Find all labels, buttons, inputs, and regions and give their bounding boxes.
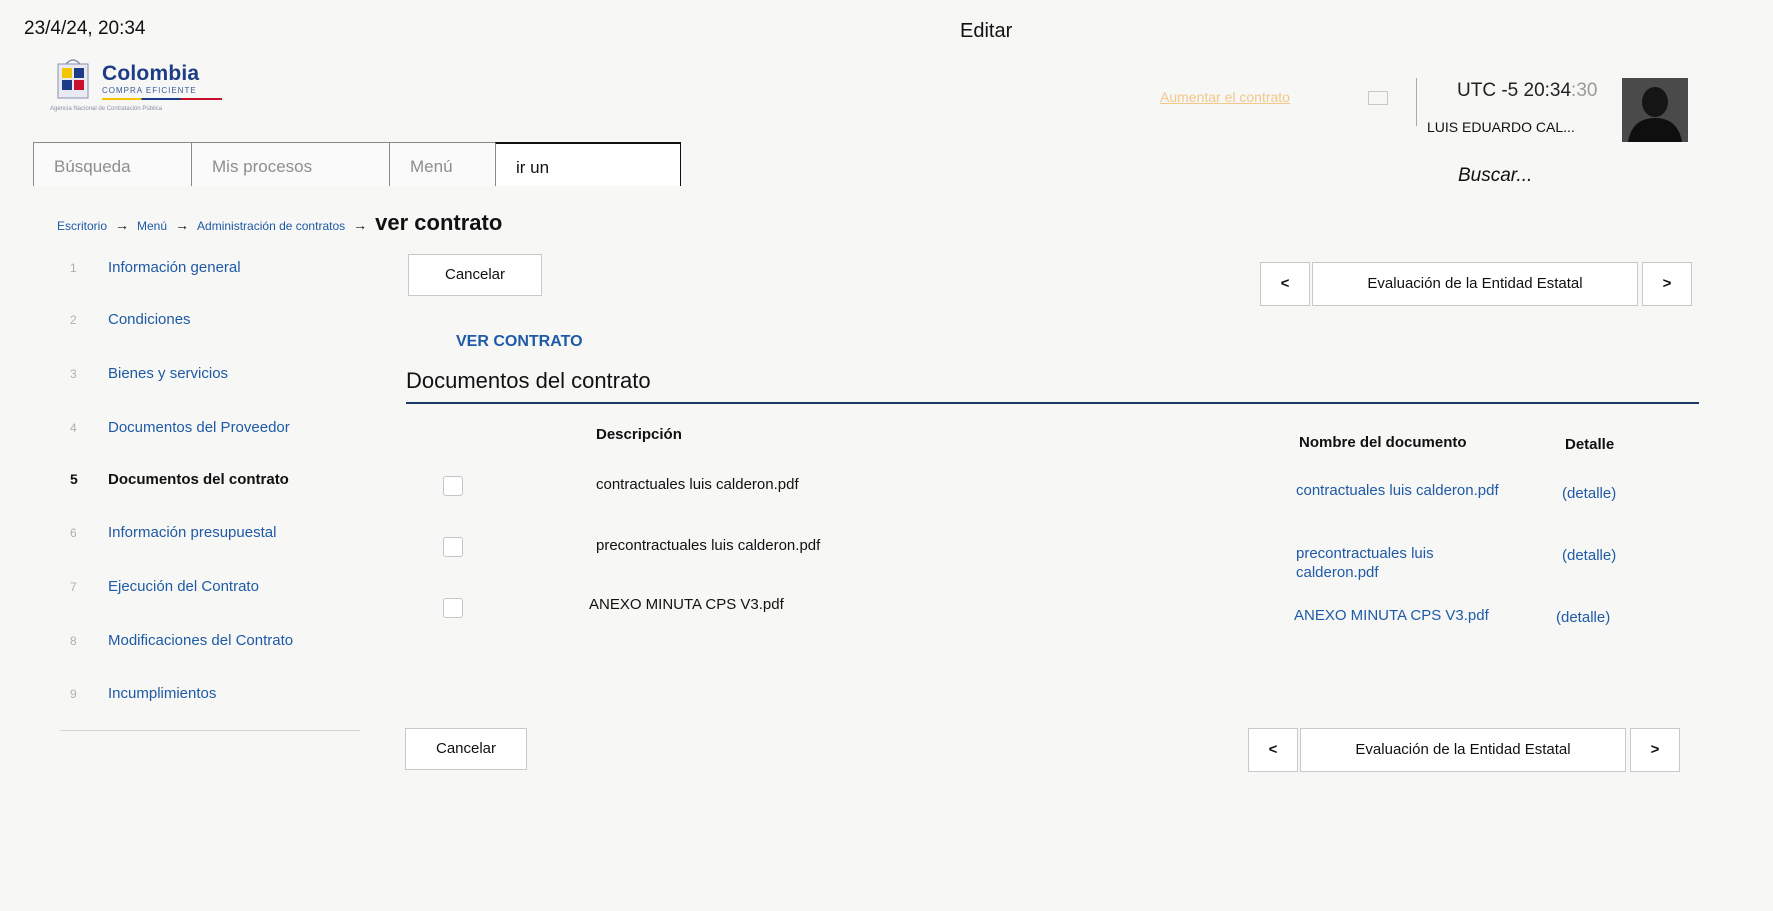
print-title: Editar — [960, 20, 1013, 42]
detail-link[interactable]: (detalle) — [1562, 485, 1616, 502]
breadcrumb-menu[interactable]: Menú — [137, 219, 167, 233]
step-label: Información general — [108, 259, 241, 276]
document-link[interactable]: contractuales luis calderon.pdf — [1296, 481, 1501, 500]
step-condiciones[interactable]: 2 Condiciones — [70, 311, 191, 333]
logo-name: Colombia — [102, 62, 200, 85]
goto-input[interactable]: ir un — [495, 142, 681, 186]
logo-divider — [102, 98, 222, 100]
breadcrumb-escritorio[interactable]: Escritorio — [57, 219, 107, 233]
header-separator — [1416, 78, 1417, 126]
step-documentos-proveedor[interactable]: 4 Documentos del Proveedor — [70, 419, 290, 441]
column-header-detail: Detalle — [1565, 436, 1615, 453]
utc-clock: UTC -5 20:34:30 — [1457, 80, 1597, 102]
step-informacion-general[interactable]: 1 Información general — [70, 259, 241, 281]
row-checkbox[interactable] — [443, 476, 463, 496]
logo-subtitle: COMPRA EFICIENTE — [102, 86, 197, 95]
step-label: Documentos del contrato — [108, 471, 289, 488]
step-informacion-presupuestal[interactable]: 6 Información presupuestal — [70, 524, 276, 546]
step-documentos-contrato[interactable]: 5 Documentos del contrato — [70, 471, 289, 493]
step-label: Información presupuestal — [108, 524, 277, 541]
step-modificaciones-contrato[interactable]: 8 Modificaciones del Contrato — [70, 632, 293, 654]
step-number: 5 — [70, 471, 78, 487]
row-description: contractuales luis calderon.pdf — [596, 476, 799, 493]
breadcrumb: Escritorio → Menú → Administración de contra… — [57, 210, 502, 236]
section-title: Documentos del contrato — [406, 368, 651, 393]
prev-button[interactable]: < — [1248, 728, 1298, 772]
section-divider — [406, 402, 1699, 404]
cancel-button-top[interactable]: Cancelar — [408, 254, 542, 296]
step-label: Modificaciones del Contrato — [108, 632, 294, 649]
step-number: 8 — [70, 634, 77, 648]
step-number: 7 — [70, 580, 77, 594]
search-link[interactable]: Buscar... — [1458, 165, 1532, 187]
cancel-button-bottom[interactable]: Cancelar — [405, 728, 527, 770]
row-checkbox[interactable] — [443, 598, 463, 618]
tab-menu[interactable]: Menú — [389, 142, 495, 186]
print-date: 23/4/24, 20:34 — [24, 18, 146, 39]
row-checkbox[interactable] — [443, 537, 463, 557]
step-label: Condiciones — [108, 311, 191, 328]
logo-tagline: Agencia Nacional de Contratación Pública — [50, 106, 163, 112]
step-number: 6 — [70, 526, 77, 540]
step-label: Bienes y servicios — [108, 365, 229, 382]
arrow-right-icon: → — [353, 217, 368, 233]
step-label: Documentos del Proveedor — [108, 419, 290, 436]
step-number: 2 — [70, 313, 77, 327]
tab-busqueda[interactable]: Búsqueda — [33, 142, 191, 186]
prev-button[interactable]: < — [1260, 262, 1310, 306]
step-ejecucion-contrato[interactable]: 7 Ejecución del Contrato — [70, 578, 259, 600]
step-number: 3 — [70, 367, 77, 381]
increase-contract-link[interactable]: Aumentar el contrato — [1160, 89, 1290, 105]
section-kicker: VER CONTRATO — [456, 333, 583, 350]
step-label: Incumplimientos — [108, 685, 217, 702]
clock-prefix: UTC -5 — [1457, 80, 1524, 101]
sidebar-divider — [60, 730, 360, 731]
avatar[interactable] — [1622, 78, 1688, 142]
detail-link[interactable]: (detalle) — [1562, 547, 1616, 564]
detail-link[interactable]: (detalle) — [1556, 609, 1610, 626]
arrow-right-icon: → — [175, 217, 190, 233]
next-button[interactable]: > — [1630, 728, 1680, 772]
user-name[interactable]: LUIS EDUARDO CAL... — [1427, 119, 1575, 135]
document-link[interactable]: ANEXO MINUTA CPS V3.pdf — [1294, 606, 1499, 625]
mail-icon[interactable] — [1368, 91, 1388, 105]
column-header-document-name: Nombre del documento — [1299, 434, 1467, 451]
step-number: 4 — [70, 421, 77, 435]
breadcrumb-current: ver contrato — [375, 210, 503, 235]
step-bienes-servicios[interactable]: 3 Bienes y servicios — [70, 365, 228, 387]
next-button[interactable]: > — [1642, 262, 1692, 306]
user-avatar-icon — [1622, 78, 1688, 142]
breadcrumb-admin-contratos[interactable]: Administración de contratos — [197, 219, 345, 233]
row-description: ANEXO MINUTA CPS V3.pdf — [589, 596, 784, 613]
step-number: 9 — [70, 687, 77, 701]
column-header-description: Descripción — [596, 426, 682, 443]
logo-flag-icon — [57, 59, 89, 99]
logo[interactable]: Colombia COMPRA EFICIENTE Agencia Nacion… — [48, 58, 223, 118]
arrow-right-icon: → — [115, 217, 130, 233]
tab-mis-procesos[interactable]: Mis procesos — [191, 142, 389, 186]
clock-time: 20:34 — [1523, 80, 1572, 101]
step-incumplimientos[interactable]: 9 Incumplimientos — [70, 685, 216, 707]
step-number: 1 — [70, 261, 77, 275]
clock-seconds: :30 — [1571, 80, 1598, 101]
pager-step-button[interactable]: Evaluación de la Entidad Estatal — [1312, 262, 1638, 306]
row-description: precontractuales luis calderon.pdf — [596, 537, 821, 554]
step-label: Ejecución del Contrato — [108, 578, 259, 595]
pager-step-button[interactable]: Evaluación de la Entidad Estatal — [1300, 728, 1626, 772]
document-link[interactable]: precontractuales luis calderon.pdf — [1296, 544, 1501, 582]
